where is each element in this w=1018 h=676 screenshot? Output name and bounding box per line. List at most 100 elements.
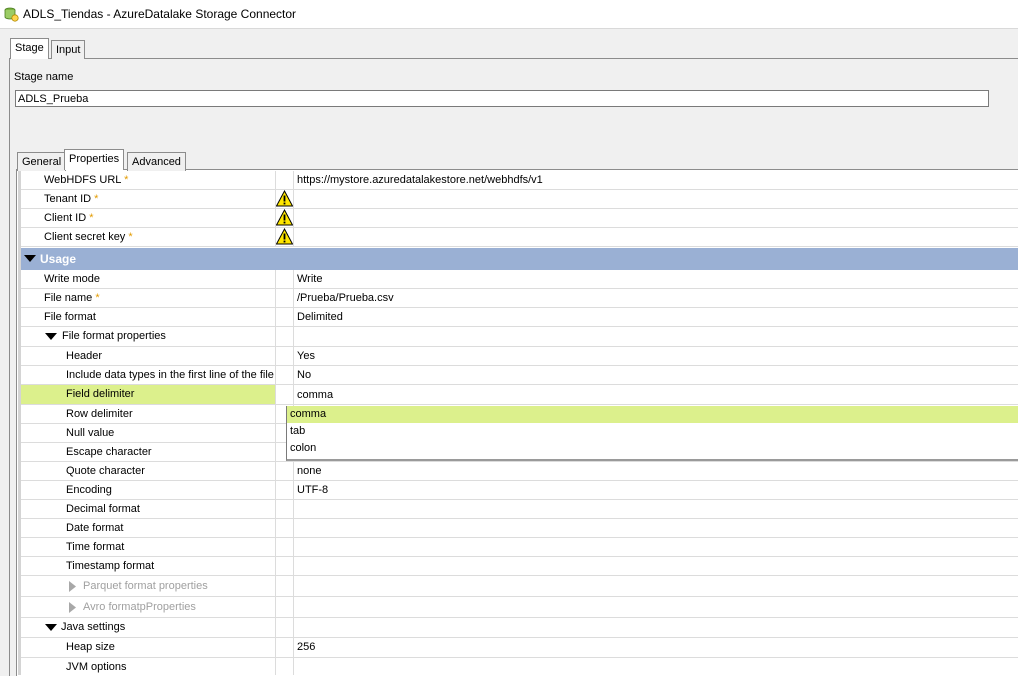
property-value[interactable]: Yes [293,347,1018,365]
property-name: Date format [21,519,276,537]
connector-stage-icon [4,7,19,22]
required-marker: * [89,212,94,224]
expand-arrow-icon [24,255,36,262]
section-header-usage[interactable]: Usage [21,248,1018,270]
group-label: Java settings [61,621,126,633]
property-value[interactable] [293,597,1018,617]
property-group-avro[interactable]: Avro formatpProperties [21,597,1018,618]
property-name: Tenant ID * [21,190,276,208]
property-value[interactable]: none [293,462,1018,480]
property-row-write-mode[interactable]: Write mode Write [21,270,1018,289]
property-row-heap-size[interactable]: Heap size 256 [21,638,1018,658]
property-value[interactable] [293,327,1018,346]
property-value[interactable]: 256 [293,638,1018,657]
property-value[interactable] [293,618,1018,637]
property-name: Parquet format properties [21,576,276,596]
group-label: Parquet format properties [83,580,208,592]
property-row-client-secret[interactable]: Client secret key * [21,228,1018,247]
property-name: Include data types in the first line of … [21,366,276,384]
tab-stage[interactable]: Stage [10,38,49,59]
property-value[interactable] [293,576,1018,596]
property-name: Field delimiter [21,385,276,404]
property-value[interactable] [293,519,1018,537]
required-marker: * [128,231,133,243]
collapsed-arrow-icon [69,581,76,592]
tab-input[interactable]: Input [51,40,86,59]
stage-name-input[interactable] [15,90,989,107]
warning-icon [276,228,293,245]
property-value[interactable]: /Prueba/Prueba.csv [293,289,1018,307]
property-value[interactable]: UTF-8 [293,481,1018,499]
group-label: Avro formatpProperties [83,601,196,613]
property-label: Tenant ID [44,193,92,205]
property-name: Avro formatpProperties [21,597,276,617]
warning-icon [276,209,293,226]
tab-properties[interactable]: Properties [64,149,125,170]
property-row-include-types[interactable]: Include data types in the first line of … [21,366,1018,385]
property-value[interactable] [293,658,1018,675]
property-group-java-settings[interactable]: Java settings [21,618,1018,638]
property-name: Header [21,347,276,365]
property-value[interactable] [293,557,1018,575]
property-row-jvm-options[interactable]: JVM options [21,658,1018,675]
field-delimiter-combo[interactable]: comma [293,385,1018,404]
property-name: Client secret key * [21,228,276,246]
expand-arrow-icon [45,624,57,631]
property-value[interactable]: Delimited [293,308,1018,326]
property-label: File name [44,292,93,304]
property-row-quote-char[interactable]: Quote character none [21,462,1018,481]
property-name: Heap size [21,638,276,657]
required-marker: * [94,193,99,205]
property-row-time-format[interactable]: Time format [21,538,1018,557]
dropdown-option-colon[interactable]: colon [287,440,1018,457]
required-marker: * [95,292,100,304]
property-group-file-format[interactable]: File format properties [21,327,1018,347]
property-group-parquet[interactable]: Parquet format properties [21,576,1018,597]
property-value[interactable]: No [293,366,1018,384]
property-name: Timestamp format [21,557,276,575]
property-name: Time format [21,538,276,556]
property-name: WebHDFS URL * [21,171,276,189]
delimiter-dropdown-list[interactable]: comma tab colon [286,406,1018,461]
property-row-decimal-format[interactable]: Decimal format [21,500,1018,519]
property-row-field-delimiter[interactable]: Field delimiter comma [21,385,1018,405]
property-value[interactable] [293,190,1018,208]
dropdown-option-tab[interactable]: tab [287,423,1018,440]
tab-advanced[interactable]: Advanced [127,152,186,171]
required-marker: * [124,174,129,186]
property-row-webhdfs-url[interactable]: WebHDFS URL * https://mystore.azuredatal… [21,171,1018,190]
group-label: File format properties [62,330,166,342]
property-value[interactable]: https://mystore.azuredatalakestore.net/w… [293,171,1018,189]
property-value[interactable] [293,500,1018,518]
property-name: Null value [21,424,276,442]
property-name: JVM options [21,658,276,675]
property-row-encoding[interactable]: Encoding UTF-8 [21,481,1018,500]
property-name: Decimal format [21,500,276,518]
property-name: Quote character [21,462,276,480]
property-row-timestamp-format[interactable]: Timestamp format [21,557,1018,576]
property-name: Write mode [21,270,276,288]
property-value[interactable] [293,209,1018,227]
property-name: File format properties [21,327,276,346]
section-title: Usage [40,252,77,266]
stage-name-label: Stage name [14,71,74,83]
property-name: File format [21,308,276,326]
tab-stage-label: Stage [15,42,44,54]
property-row-header[interactable]: Header Yes [21,347,1018,366]
expand-arrow-icon [45,333,57,340]
tab-general[interactable]: General [17,152,67,171]
property-row-file-format[interactable]: File format Delimited [21,308,1018,327]
dropdown-option-comma[interactable]: comma [287,406,1018,423]
property-name: Encoding [21,481,276,499]
property-value[interactable]: Write [293,270,1018,288]
property-row-date-format[interactable]: Date format [21,519,1018,538]
property-value[interactable] [293,538,1018,556]
property-row-file-name[interactable]: File name * /Prueba/Prueba.csv [21,289,1018,308]
property-name: Row delimiter [21,405,276,423]
collapsed-arrow-icon [69,602,76,613]
property-row-tenant-id[interactable]: Tenant ID * [21,190,1018,209]
property-label: WebHDFS URL [44,174,122,186]
property-label: Client ID [44,212,87,224]
property-row-client-id[interactable]: Client ID * [21,209,1018,228]
property-value[interactable] [293,228,1018,246]
